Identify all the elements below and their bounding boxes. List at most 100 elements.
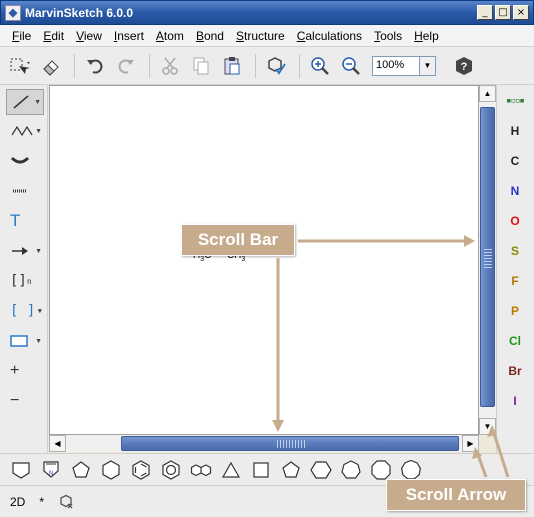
reaction-arrow-tool[interactable] [6, 148, 44, 174]
menu-edit-label: dit [51, 28, 65, 43]
menu-file[interactable]: File [6, 29, 37, 43]
element-h[interactable]: H [497, 117, 533, 145]
dashed-line-tool[interactable] [6, 178, 44, 204]
menu-structure[interactable]: Structure [230, 29, 291, 43]
vertical-scrollbar[interactable]: ▲ ▼ [479, 85, 496, 435]
menu-bond-label: ond [203, 28, 224, 43]
element-o[interactable]: O [497, 207, 533, 235]
arrow-down-icon: ▼ [483, 422, 492, 431]
scroll-bar-callout: Scroll Bar [181, 224, 295, 256]
heptagon-icon [341, 459, 361, 479]
help-button[interactable]: ? [450, 52, 478, 80]
undo-button[interactable] [81, 52, 109, 80]
horizontal-scroll-thumb[interactable] [121, 436, 459, 451]
vertical-scroll-thumb[interactable] [480, 107, 495, 407]
chevron-down-icon: ▼ [35, 127, 42, 135]
menu-calculations[interactable]: Calculations [291, 29, 368, 43]
template-triangle[interactable] [216, 456, 246, 484]
square-icon [253, 461, 269, 478]
bond-arc-icon [10, 156, 30, 164]
template-aromatic-ring[interactable] [156, 456, 186, 484]
selection-tool-button[interactable] [6, 52, 34, 80]
grip-icon [484, 248, 492, 268]
template-hexagon[interactable] [306, 456, 336, 484]
template-heptagon[interactable] [336, 456, 366, 484]
menu-atom-label: tom [163, 28, 184, 43]
arrow-up-icon: ▲ [483, 89, 492, 98]
redo-icon [118, 59, 134, 73]
zoom-out-button[interactable] [337, 52, 365, 80]
element-br[interactable]: Br [497, 357, 533, 385]
increase-charge-tool[interactable]: + [6, 358, 44, 384]
eraser-button[interactable] [37, 52, 65, 80]
element-n[interactable]: N [497, 177, 533, 205]
repeating-unit-tool[interactable]: [] n [6, 268, 44, 294]
template-benzene[interactable] [126, 456, 156, 484]
paste-button[interactable] [218, 52, 246, 80]
template-cyclopentane[interactable] [66, 456, 96, 484]
maximize-button[interactable]: □ [495, 5, 511, 20]
menu-view-label: iew [83, 28, 102, 43]
menu-insert[interactable]: Insert [108, 29, 150, 43]
menu-atom[interactable]: Atom [150, 29, 190, 43]
periodic-table-button[interactable]: ▪▫▫▪ [497, 87, 533, 115]
clean-structure-button[interactable] [262, 52, 290, 80]
dimension-mode-label: 2D [10, 494, 26, 509]
close-button[interactable]: × [513, 5, 529, 20]
scroll-up-button[interactable]: ▲ [479, 85, 496, 102]
menu-bond[interactable]: Bond [190, 29, 230, 43]
menu-help[interactable]: Help [408, 29, 445, 43]
decrease-charge-tool[interactable]: − [6, 388, 44, 414]
marvin-app-icon: ◆ [5, 4, 21, 21]
minimize-button[interactable]: _ [477, 5, 493, 20]
zoom-combobox[interactable]: 100% ▼ [372, 55, 436, 76]
template-pentagon[interactable] [276, 456, 306, 484]
template-cyclohexane[interactable] [96, 456, 126, 484]
menu-edit[interactable]: Edit [37, 29, 70, 43]
menu-tools[interactable]: Tools [368, 29, 408, 43]
drawing-canvas[interactable] [49, 85, 479, 435]
element-s[interactable]: S [497, 237, 533, 265]
arrow-right-icon [12, 247, 28, 255]
horizontal-scrollbar[interactable]: ◀ ▶ [49, 435, 479, 452]
zoom-in-button[interactable] [306, 52, 334, 80]
element-cl[interactable]: Cl [497, 327, 533, 355]
bracket-tool[interactable]: [ ] ▼ [6, 298, 44, 324]
arrow-left-icon: ◀ [54, 439, 61, 448]
arrow-tool[interactable]: ▼ [6, 238, 44, 264]
triangle-icon [221, 461, 241, 478]
template-square[interactable] [246, 456, 276, 484]
rectangle-select-icon [10, 58, 30, 74]
menu-structure-mnemonic: S [235, 28, 244, 43]
element-i[interactable]: I [497, 387, 533, 415]
chain-tool[interactable]: ▼ [6, 118, 44, 144]
pyrrole-icon: N [43, 460, 59, 478]
menu-bond-mnemonic: B [195, 28, 204, 43]
zoom-dropdown-button[interactable]: ▼ [420, 55, 436, 76]
single-bond-tool[interactable]: ▼ [6, 89, 44, 115]
chevron-down-icon: ▼ [423, 61, 432, 70]
chevron-down-icon: ▼ [35, 247, 42, 255]
template-naphthalene[interactable] [186, 456, 216, 484]
copy-button[interactable] [187, 52, 215, 80]
bracket-label: [ ] [10, 303, 36, 319]
element-f[interactable]: F [497, 267, 533, 295]
cut-button[interactable] [156, 52, 184, 80]
toolbar-separator [149, 53, 150, 78]
rectangle-tool[interactable]: ▼ [6, 328, 44, 354]
zoom-out-icon [342, 56, 360, 75]
pentagon-icon [282, 460, 300, 478]
scroll-left-button[interactable]: ◀ [49, 435, 66, 452]
text-tool[interactable]: T [6, 208, 44, 234]
redo-button[interactable] [112, 52, 140, 80]
element-p[interactable]: P [497, 297, 533, 325]
menu-view[interactable]: View [70, 29, 108, 43]
template-pyrrole[interactable]: N [36, 456, 66, 484]
dashed-line-icon [13, 189, 27, 193]
chain-icon [11, 125, 33, 137]
template-pentagon-flat[interactable] [6, 456, 36, 484]
scroll-down-button[interactable]: ▼ [479, 418, 496, 435]
zoom-input[interactable]: 100% [372, 55, 420, 76]
scroll-right-button[interactable]: ▶ [462, 435, 479, 452]
element-c[interactable]: C [497, 147, 533, 175]
